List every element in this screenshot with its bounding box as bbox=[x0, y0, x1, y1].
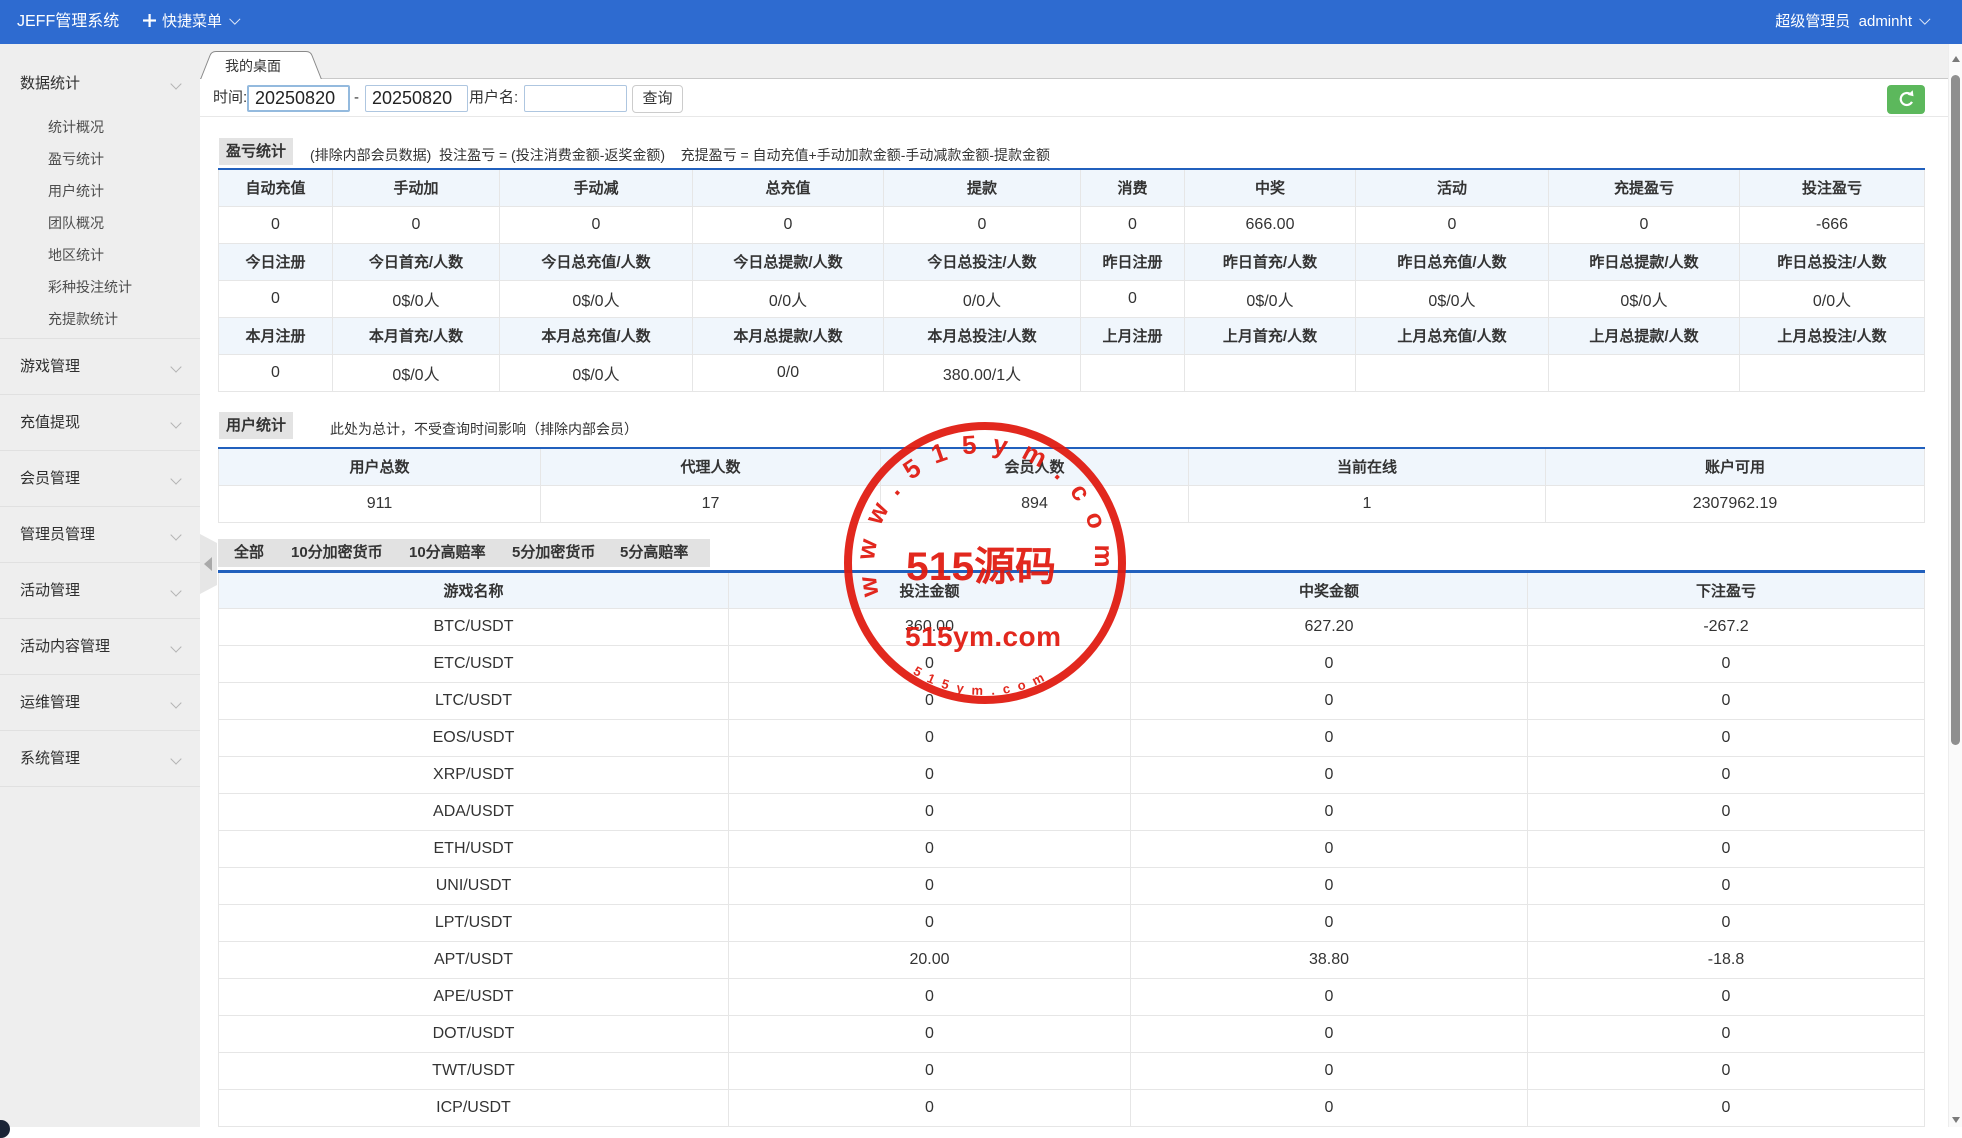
svg-text:515源码: 515源码 bbox=[906, 545, 1056, 589]
svg-text:515ym.com: 515ym.com bbox=[905, 621, 1061, 652]
